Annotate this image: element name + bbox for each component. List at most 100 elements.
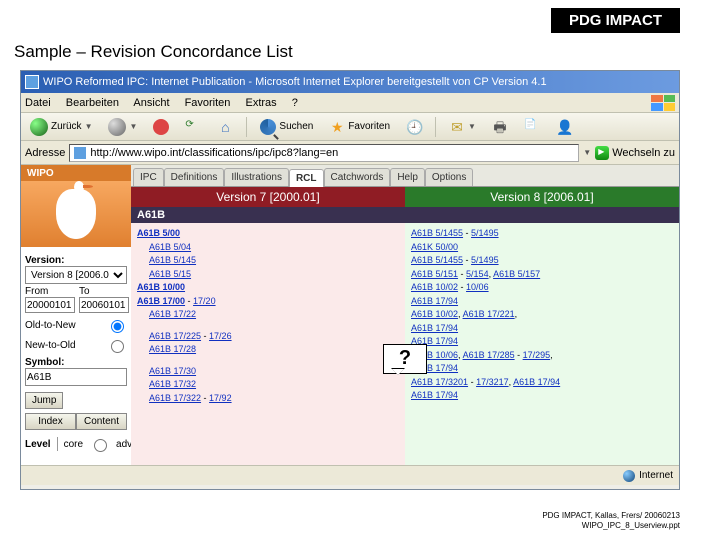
search-icon xyxy=(260,119,276,135)
rcl-header-row: Version 7 [2000.01] Version 8 [2006.01] xyxy=(131,187,679,207)
list-item[interactable]: A61B 10/00 xyxy=(137,282,185,292)
level-label: Level xyxy=(25,439,51,450)
v7-header: Version 7 [2000.01] xyxy=(131,187,405,207)
list-item[interactable]: A61B 10/02 xyxy=(411,309,458,319)
home-button[interactable]: ⌂ xyxy=(212,116,238,138)
slide-footer-2: WIPO_IPC_8_Userview.ppt xyxy=(582,521,680,530)
index-button[interactable]: Index xyxy=(25,413,76,430)
list-item[interactable]: A61B 17/22 xyxy=(149,309,196,319)
go-icon xyxy=(595,146,609,160)
list-item[interactable]: A61B 17/225 xyxy=(149,331,201,341)
list-item[interactable]: A61B 17/94 xyxy=(411,390,458,400)
v8-header: Version 8 [2006.01] xyxy=(405,187,679,207)
list-item[interactable]: A61B 17/94 xyxy=(513,377,560,387)
list-item[interactable]: A61B 17/28 xyxy=(149,344,196,354)
list-item[interactable]: A61B 5/145 xyxy=(149,255,196,265)
list-item[interactable]: A61B 17/3201 xyxy=(411,377,468,387)
globe-icon xyxy=(623,470,635,482)
edit-button[interactable]: 📄 xyxy=(519,116,545,138)
mail-button[interactable]: ✉▼ xyxy=(444,116,481,138)
menu-hilfe[interactable]: ? xyxy=(292,97,298,109)
menu-ansicht[interactable]: Ansicht xyxy=(133,97,169,109)
menu-bearbeiten[interactable]: Bearbeiten xyxy=(66,97,119,109)
list-item[interactable]: A61B 5/157 xyxy=(493,269,540,279)
list-item[interactable]: 17/20 xyxy=(193,296,216,306)
jump-button[interactable]: Jump xyxy=(25,392,63,409)
back-button[interactable]: Zurück▼ xyxy=(25,115,97,139)
address-dropdown-icon[interactable]: ▼ xyxy=(583,148,591,157)
print-button[interactable]: 🖶 xyxy=(487,116,513,138)
mail-icon: ✉ xyxy=(449,119,465,135)
to-input[interactable] xyxy=(79,297,129,313)
list-item[interactable]: A61K 50/00 xyxy=(411,242,458,252)
list-item[interactable]: 17/295 xyxy=(523,350,551,360)
from-input[interactable] xyxy=(25,297,75,313)
address-input[interactable]: http://www.wipo.int/classifications/ipc/… xyxy=(69,144,579,162)
list-item[interactable]: A61B 17/94 xyxy=(411,296,458,306)
list-item[interactable]: A61B 17/221 xyxy=(463,309,515,319)
messenger-button[interactable]: 👤 xyxy=(551,116,577,138)
windows-flag-icon xyxy=(651,95,675,111)
back-icon xyxy=(30,118,48,136)
left-column: WIPO Version: Version 8 [2006.01] From T… xyxy=(21,165,131,465)
list-item[interactable]: A61B 5/00 xyxy=(137,228,180,238)
list-item[interactable]: A61B 5/15 xyxy=(149,269,191,279)
list-item[interactable]: A61B 5/1455 xyxy=(411,255,463,265)
list-item[interactable]: A61B 5/04 xyxy=(149,242,191,252)
list-item[interactable]: A61B 17/285 xyxy=(463,350,515,360)
messenger-icon: 👤 xyxy=(556,119,572,135)
window-title-bar: WIPO Reformed IPC: Internet Publication … xyxy=(21,71,679,93)
list-item[interactable]: 5/1495 xyxy=(471,255,499,265)
tab-help[interactable]: Help xyxy=(390,168,425,186)
symbol-label: Symbol: xyxy=(25,357,127,368)
list-item[interactable]: 17/92 xyxy=(209,393,232,403)
list-item[interactable]: 17/26 xyxy=(209,331,232,341)
new-to-old-radio[interactable] xyxy=(111,340,124,353)
core-radio[interactable] xyxy=(94,439,107,452)
v8-column: A61B 5/1455 - 5/1495 A61K 50/00 A61B 5/1… xyxy=(405,223,679,465)
list-item[interactable]: 17/3217 xyxy=(476,377,509,387)
stop-icon xyxy=(153,119,169,135)
refresh-button[interactable]: ⟳ xyxy=(180,116,206,138)
menu-favoriten[interactable]: Favoriten xyxy=(185,97,231,109)
question-callout: ? xyxy=(383,344,427,374)
edit-icon: 📄 xyxy=(524,119,540,135)
tab-rcl[interactable]: RCL xyxy=(289,169,324,187)
tab-ipc[interactable]: IPC xyxy=(133,168,164,186)
search-button[interactable]: Suchen xyxy=(255,116,318,138)
ibis-icon xyxy=(56,189,96,239)
list-item[interactable]: 10/06 xyxy=(466,282,489,292)
to-label: To xyxy=(79,286,90,297)
list-item[interactable]: A61B 17/32 xyxy=(149,379,196,389)
version-select[interactable]: Version 8 [2006.01] xyxy=(25,266,127,284)
tab-catchwords[interactable]: Catchwords xyxy=(324,168,391,186)
list-item[interactable]: A61B 5/151 xyxy=(411,269,458,279)
list-item[interactable]: 5/154 xyxy=(466,269,489,279)
old-to-new-radio[interactable] xyxy=(111,320,124,333)
favorites-button[interactable]: ★Favoriten xyxy=(324,116,395,138)
go-button[interactable]: Wechseln zu xyxy=(595,146,675,160)
list-item[interactable]: A61B 10/02 xyxy=(411,282,458,292)
tab-definitions[interactable]: Definitions xyxy=(164,168,225,186)
right-column: IPC Definitions Illustrations RCL Catchw… xyxy=(131,165,679,465)
list-item[interactable]: A61B 17/322 xyxy=(149,393,201,403)
symbol-input[interactable] xyxy=(25,368,127,386)
history-button[interactable]: 🕘 xyxy=(401,116,427,138)
list-item[interactable]: 5/1495 xyxy=(471,228,499,238)
star-icon: ★ xyxy=(329,119,345,135)
menu-extras[interactable]: Extras xyxy=(245,97,276,109)
forward-button[interactable]: ▼ xyxy=(103,115,142,139)
list-item[interactable]: A61B 17/94 xyxy=(411,323,458,333)
tab-options[interactable]: Options xyxy=(425,168,473,186)
version-label: Version: xyxy=(25,255,127,266)
content-button[interactable]: Content xyxy=(76,413,127,430)
list-item[interactable]: A61B 17/00 xyxy=(137,296,185,306)
old-to-new-label: Old-to-New xyxy=(25,320,76,331)
tab-illustrations[interactable]: Illustrations xyxy=(224,168,289,186)
new-to-old-label: New-to-Old xyxy=(25,340,76,351)
menu-datei[interactable]: Datei xyxy=(25,97,51,109)
list-item[interactable]: A61B 17/30 xyxy=(149,366,196,376)
list-item[interactable]: A61B 5/1455 xyxy=(411,228,463,238)
window-title: WIPO Reformed IPC: Internet Publication … xyxy=(43,76,547,88)
stop-button[interactable] xyxy=(148,116,174,138)
